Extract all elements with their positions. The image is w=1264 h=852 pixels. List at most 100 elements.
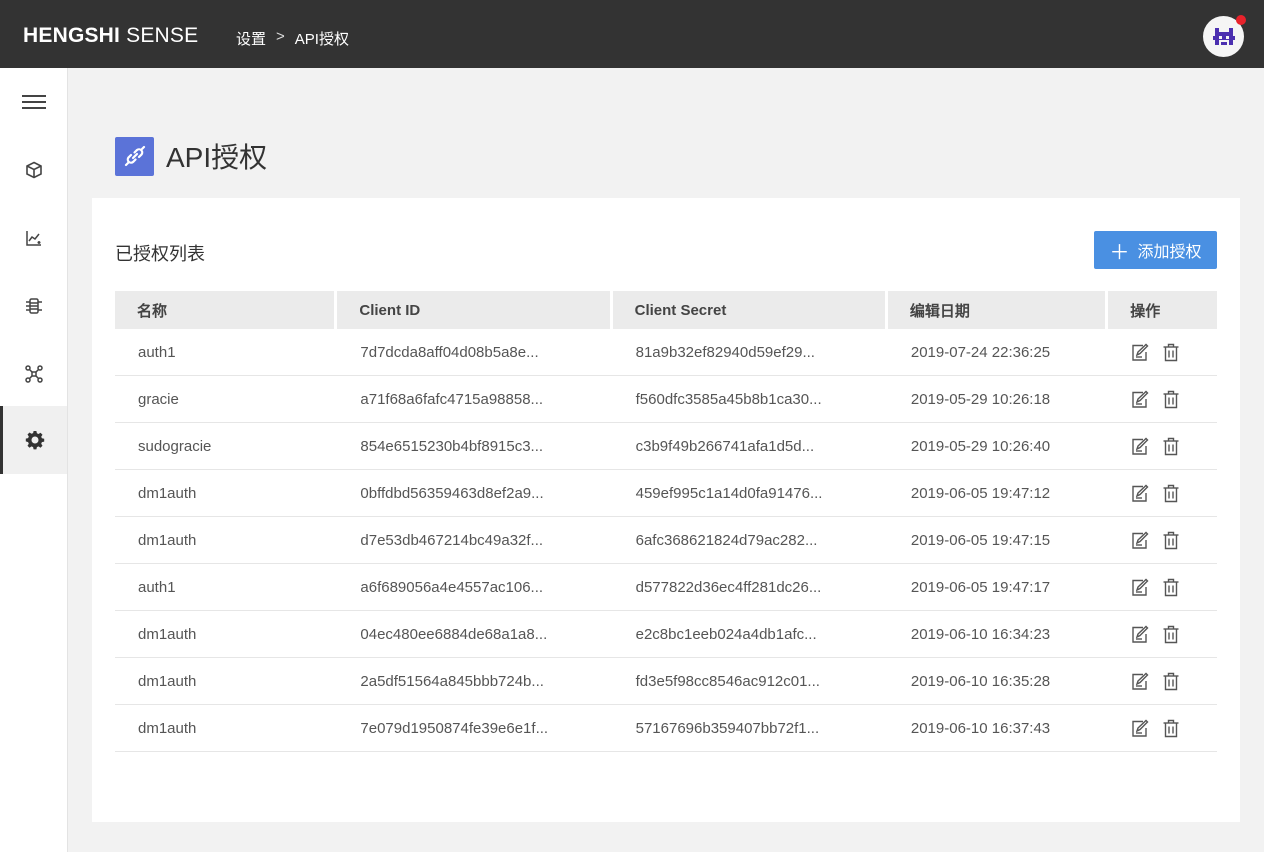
delete-icon[interactable]	[1161, 718, 1181, 738]
cell-client-secret: fd3e5f98cc8546ac912c01...	[635, 672, 820, 690]
delete-icon[interactable]	[1161, 624, 1181, 644]
delete-icon[interactable]	[1161, 483, 1181, 503]
cell-client-id: 0bffdbd56359463d8ef2a9...	[360, 484, 544, 502]
table-row[interactable]: sudogracie 854e6515230b4bf8915c3... c3b9f4…	[115, 423, 1217, 470]
sidebar-item-data-package[interactable]	[0, 136, 67, 204]
breadcrumb-current: API授权	[294, 31, 349, 48]
column-header-actions: 操作	[1108, 291, 1217, 329]
page-header: API授权	[115, 136, 267, 176]
cell-name: dm1auth	[138, 531, 197, 549]
table-row[interactable]: dm1auth 04ec480ee6884de68a1a8... e2c8bc1ee…	[115, 611, 1217, 658]
column-header-edit-date[interactable]: 编辑日期	[887, 291, 1106, 329]
cell-actions	[1108, 564, 1217, 610]
cell-client-secret: d577822d36ec4ff281dc26...	[635, 578, 822, 596]
brand-logo[interactable]: HENGSHI SENSE	[23, 24, 198, 48]
auth-table: 名称 Client ID Client Secret 编辑日期 操作 auth1…	[115, 291, 1217, 752]
cell-client-secret: 459ef995c1a14d0fa91476...	[635, 484, 823, 502]
breadcrumb-settings[interactable]: 设置	[236, 28, 266, 49]
delete-icon[interactable]	[1161, 342, 1181, 362]
notification-dot	[1236, 15, 1246, 25]
delete-icon[interactable]	[1161, 577, 1181, 597]
edit-icon[interactable]	[1129, 436, 1149, 456]
sidebar	[0, 68, 68, 852]
data-connection-icon	[25, 298, 42, 314]
cell-client-secret: e2c8bc1eeb024a4db1afc...	[635, 625, 817, 643]
cell-edit-date: 2019-06-10 16:35:28	[910, 672, 1051, 690]
add-authorization-button[interactable]: ＋ 添加授权	[1094, 231, 1217, 269]
cell-edit-date: 2019-05-29 10:26:40	[910, 437, 1051, 455]
sidebar-item-dashboard[interactable]	[0, 204, 67, 272]
cell-name: dm1auth	[138, 484, 197, 502]
cell-edit-date: 2019-06-05 19:47:12	[910, 484, 1051, 502]
sidebar-item-settings[interactable]	[0, 406, 67, 474]
table-row[interactable]: dm1auth 0bffdbd56359463d8ef2a9... 459ef995…	[115, 470, 1217, 517]
cell-client-secret: 81a9b32ef82940d59ef29...	[635, 343, 815, 361]
cell-edit-date: 2019-05-29 10:26:18	[910, 390, 1051, 408]
edit-icon[interactable]	[1129, 530, 1149, 550]
cell-actions	[1108, 517, 1217, 563]
cell-actions	[1108, 376, 1217, 422]
sidebar-item-data-connection[interactable]	[0, 272, 67, 340]
table-row[interactable]: auth1 7d7dcda8aff04d08b5a8e... 81a9b32ef82…	[115, 329, 1217, 376]
cell-client-id: 2a5df51564a845bbb724b...	[360, 672, 544, 690]
cell-client-id: 7d7dcda8aff04d08b5a8e...	[360, 343, 539, 361]
cell-edit-date: 2019-07-24 22:36:25	[910, 343, 1051, 361]
sidebar-item-network[interactable]	[0, 340, 67, 408]
edit-icon[interactable]	[1129, 718, 1149, 738]
list-title: 已授权列表	[115, 244, 205, 264]
user-avatar[interactable]	[1203, 15, 1246, 57]
auth-list-card: 已授权列表 ＋ 添加授权 名称 Client ID Client Secret …	[92, 198, 1240, 822]
link-icon	[115, 136, 154, 176]
table-body: auth1 7d7dcda8aff04d08b5a8e... 81a9b32ef82…	[115, 329, 1217, 752]
cell-name: gracie	[138, 390, 179, 408]
column-header-client-secret[interactable]: Client Secret	[612, 291, 885, 329]
column-header-name[interactable]: 名称	[115, 291, 335, 329]
cell-edit-date: 2019-06-05 19:47:15	[910, 531, 1051, 549]
cell-edit-date: 2019-06-05 19:47:17	[910, 578, 1051, 596]
page-title: API授权	[166, 142, 268, 173]
cell-actions	[1108, 423, 1217, 469]
edit-icon[interactable]	[1129, 624, 1149, 644]
sidebar-menu-toggle[interactable]	[0, 68, 67, 136]
cell-actions	[1108, 658, 1217, 704]
table-row[interactable]: auth1 a6f689056a4e4557ac106... d577822d36e…	[115, 564, 1217, 611]
table-row[interactable]: dm1auth d7e53db467214bc49a32f... 6afc36862…	[115, 517, 1217, 564]
table-row[interactable]: dm1auth 7e079d1950874fe39e6e1f... 57167696…	[115, 705, 1217, 752]
chart-icon	[25, 231, 41, 246]
table-header: 名称 Client ID Client Secret 编辑日期 操作	[115, 291, 1217, 329]
cell-client-secret: c3b9f49b266741afa1d5d...	[635, 437, 815, 455]
menu-icon	[21, 95, 46, 109]
cell-name: auth1	[138, 343, 176, 361]
cell-client-id: 7e079d1950874fe39e6e1f...	[360, 719, 549, 737]
avatar-icon	[1212, 27, 1235, 45]
delete-icon[interactable]	[1161, 436, 1181, 456]
cell-client-secret: f560dfc3585a45b8b1ca30...	[635, 390, 822, 408]
table-row[interactable]: dm1auth 2a5df51564a845bbb724b... fd3e5f98c…	[115, 658, 1217, 705]
breadcrumb: 设置 > API授权	[236, 28, 349, 49]
cell-name: dm1auth	[138, 625, 197, 643]
cell-client-id: a6f689056a4e4557ac106...	[360, 578, 544, 596]
cell-client-secret: 57167696b359407bb72f1...	[635, 719, 820, 737]
add-button-label: 添加授权	[1137, 244, 1202, 261]
cell-client-id: 04ec480ee6884de68a1a8...	[360, 625, 548, 643]
table-row[interactable]: gracie a71f68a6fafc4715a98858... f560dfc35…	[115, 376, 1217, 423]
edit-icon[interactable]	[1129, 577, 1149, 597]
cell-name: auth1	[138, 578, 176, 596]
delete-icon[interactable]	[1161, 671, 1181, 691]
edit-icon[interactable]	[1129, 483, 1149, 503]
cell-client-id: 854e6515230b4bf8915c3...	[360, 437, 544, 455]
cell-actions	[1108, 329, 1217, 375]
delete-icon[interactable]	[1161, 530, 1181, 550]
cell-actions	[1108, 611, 1217, 657]
cell-client-id: a71f68a6fafc4715a98858...	[360, 390, 544, 408]
edit-icon[interactable]	[1129, 671, 1149, 691]
cell-actions	[1108, 470, 1217, 516]
breadcrumb-separator: >	[276, 28, 285, 45]
column-header-client-id[interactable]: Client ID	[337, 291, 610, 329]
edit-icon[interactable]	[1129, 389, 1149, 409]
cell-client-id: d7e53db467214bc49a32f...	[360, 531, 544, 549]
delete-icon[interactable]	[1161, 389, 1181, 409]
top-bar: HENGSHI SENSE 设置 > API授权	[0, 0, 1264, 68]
edit-icon[interactable]	[1129, 342, 1149, 362]
cell-client-secret: 6afc368621824d79ac282...	[635, 531, 818, 549]
